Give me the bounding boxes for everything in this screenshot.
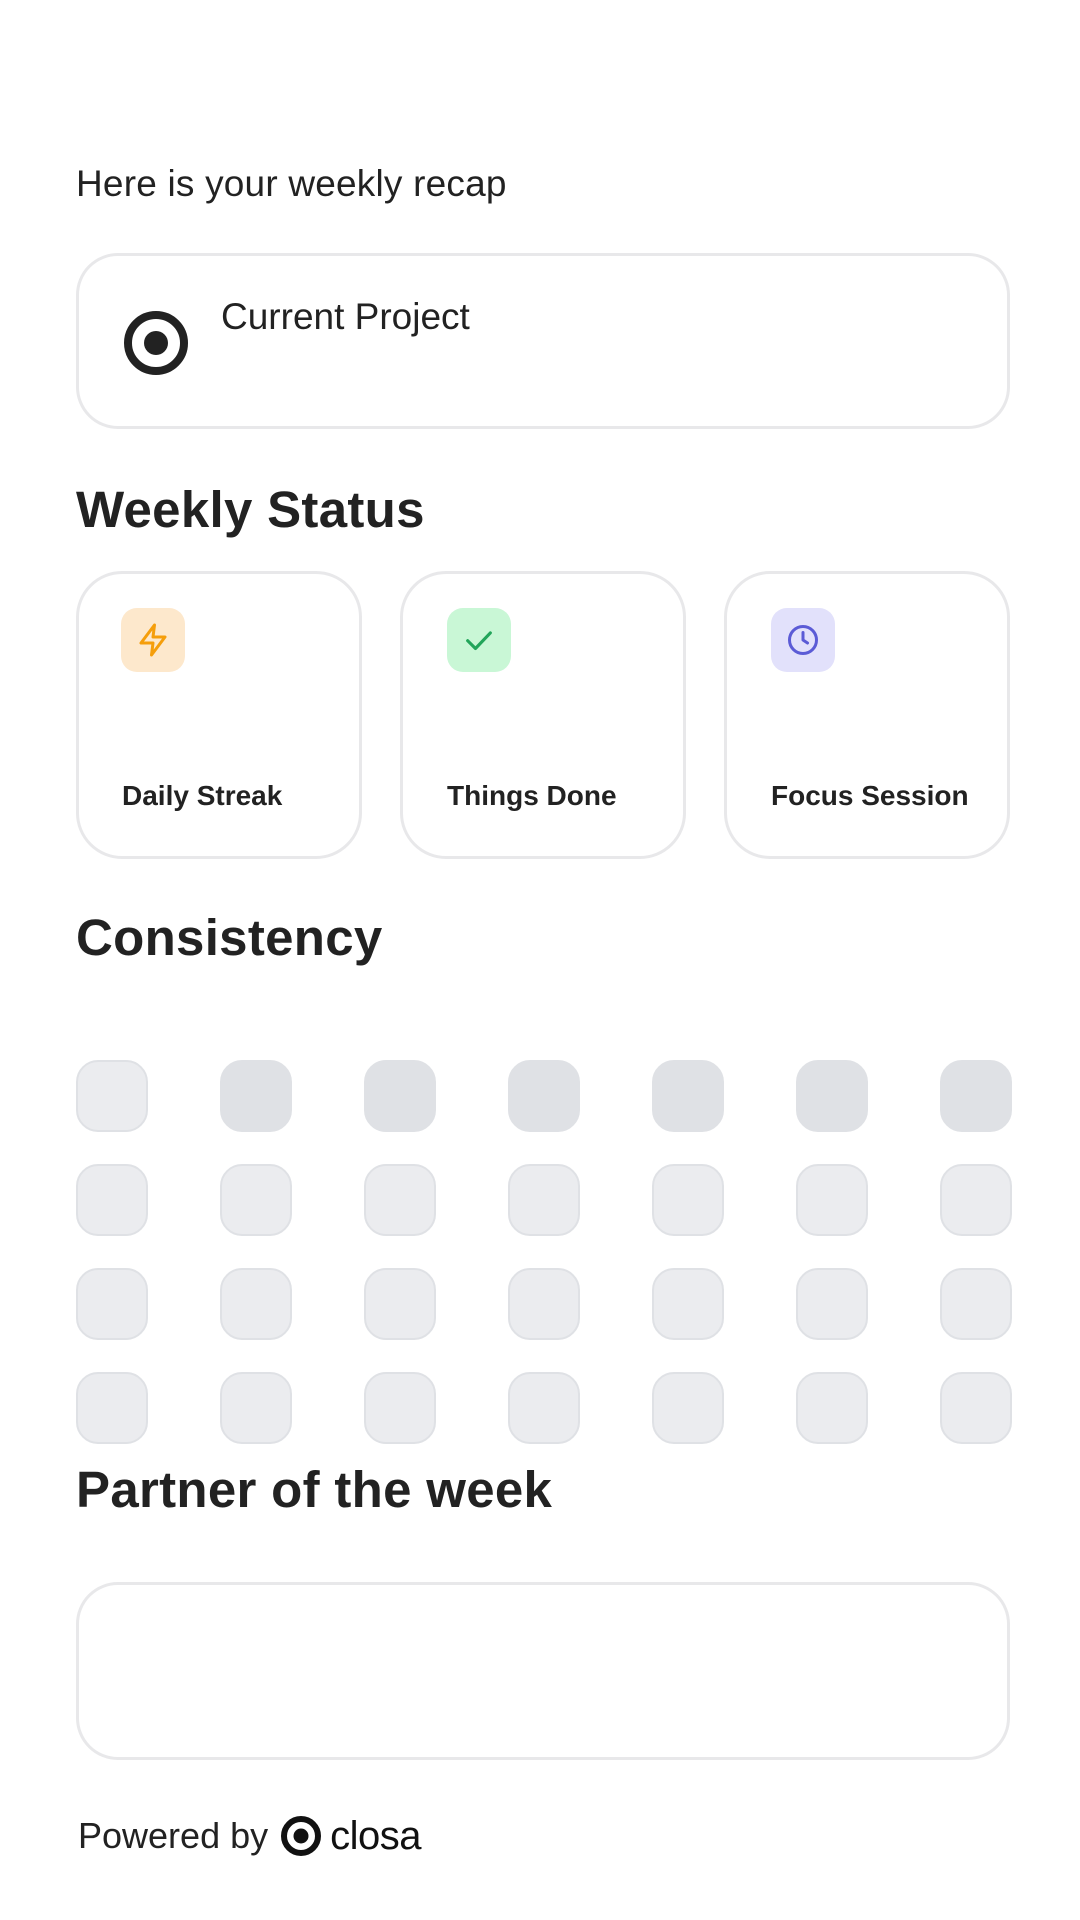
daily-streak-card[interactable]: Daily Streak — [76, 571, 362, 859]
consistency-day-cell — [76, 1060, 148, 1132]
consistency-day-cell — [220, 1372, 292, 1444]
consistency-day-cell — [76, 1372, 148, 1444]
things-done-label: Things Done — [447, 780, 617, 811]
consistency-day-cell — [220, 1060, 292, 1132]
consistency-day-cell — [76, 1268, 148, 1340]
consistency-day-cell — [796, 1164, 868, 1236]
closa-logo-icon — [281, 1816, 322, 1856]
weekly-status-title: Weekly Status — [76, 481, 425, 538]
consistency-day-cell — [508, 1268, 580, 1340]
consistency-day-cell — [940, 1164, 1012, 1236]
focus-session-card[interactable]: Focus Session — [724, 571, 1010, 859]
consistency-day-cell — [940, 1060, 1012, 1132]
brand-name: closa — [330, 1813, 421, 1858]
consistency-day-cell — [364, 1060, 436, 1132]
consistency-day-cell — [220, 1164, 292, 1236]
powered-by-footer: Powered by closa — [78, 1812, 421, 1860]
current-project-card[interactable]: Current Project — [76, 253, 1010, 429]
consistency-grid — [76, 1060, 1012, 1444]
consistency-day-cell — [364, 1372, 436, 1444]
lightning-icon — [121, 608, 185, 672]
consistency-day-cell — [652, 1372, 724, 1444]
check-icon — [447, 608, 511, 672]
consistency-day-cell — [508, 1372, 580, 1444]
consistency-day-cell — [652, 1164, 724, 1236]
consistency-day-cell — [76, 1164, 148, 1236]
target-icon — [124, 311, 188, 375]
consistency-day-cell — [940, 1372, 1012, 1444]
consistency-day-cell — [796, 1060, 868, 1132]
consistency-day-cell — [364, 1268, 436, 1340]
consistency-title: Consistency — [76, 909, 383, 966]
clock-icon — [771, 608, 835, 672]
consistency-day-cell — [652, 1268, 724, 1340]
consistency-day-cell — [940, 1268, 1012, 1340]
consistency-day-cell — [508, 1164, 580, 1236]
partner-of-the-week-title: Partner of the week — [76, 1461, 553, 1518]
recap-intro-text: Here is your weekly recap — [76, 163, 507, 204]
things-done-card[interactable]: Things Done — [400, 571, 686, 859]
consistency-day-cell — [652, 1060, 724, 1132]
consistency-day-cell — [220, 1268, 292, 1340]
consistency-day-cell — [508, 1060, 580, 1132]
consistency-day-cell — [364, 1164, 436, 1236]
consistency-day-cell — [796, 1268, 868, 1340]
focus-session-label: Focus Session — [771, 780, 969, 811]
current-project-label: Current Project — [221, 296, 470, 337]
daily-streak-label: Daily Streak — [122, 780, 283, 811]
powered-by-text: Powered by — [78, 1815, 269, 1856]
partner-card[interactable] — [76, 1582, 1010, 1760]
consistency-day-cell — [796, 1372, 868, 1444]
weekly-recap-page: Here is your weekly recap Current Projec… — [0, 0, 1080, 1920]
